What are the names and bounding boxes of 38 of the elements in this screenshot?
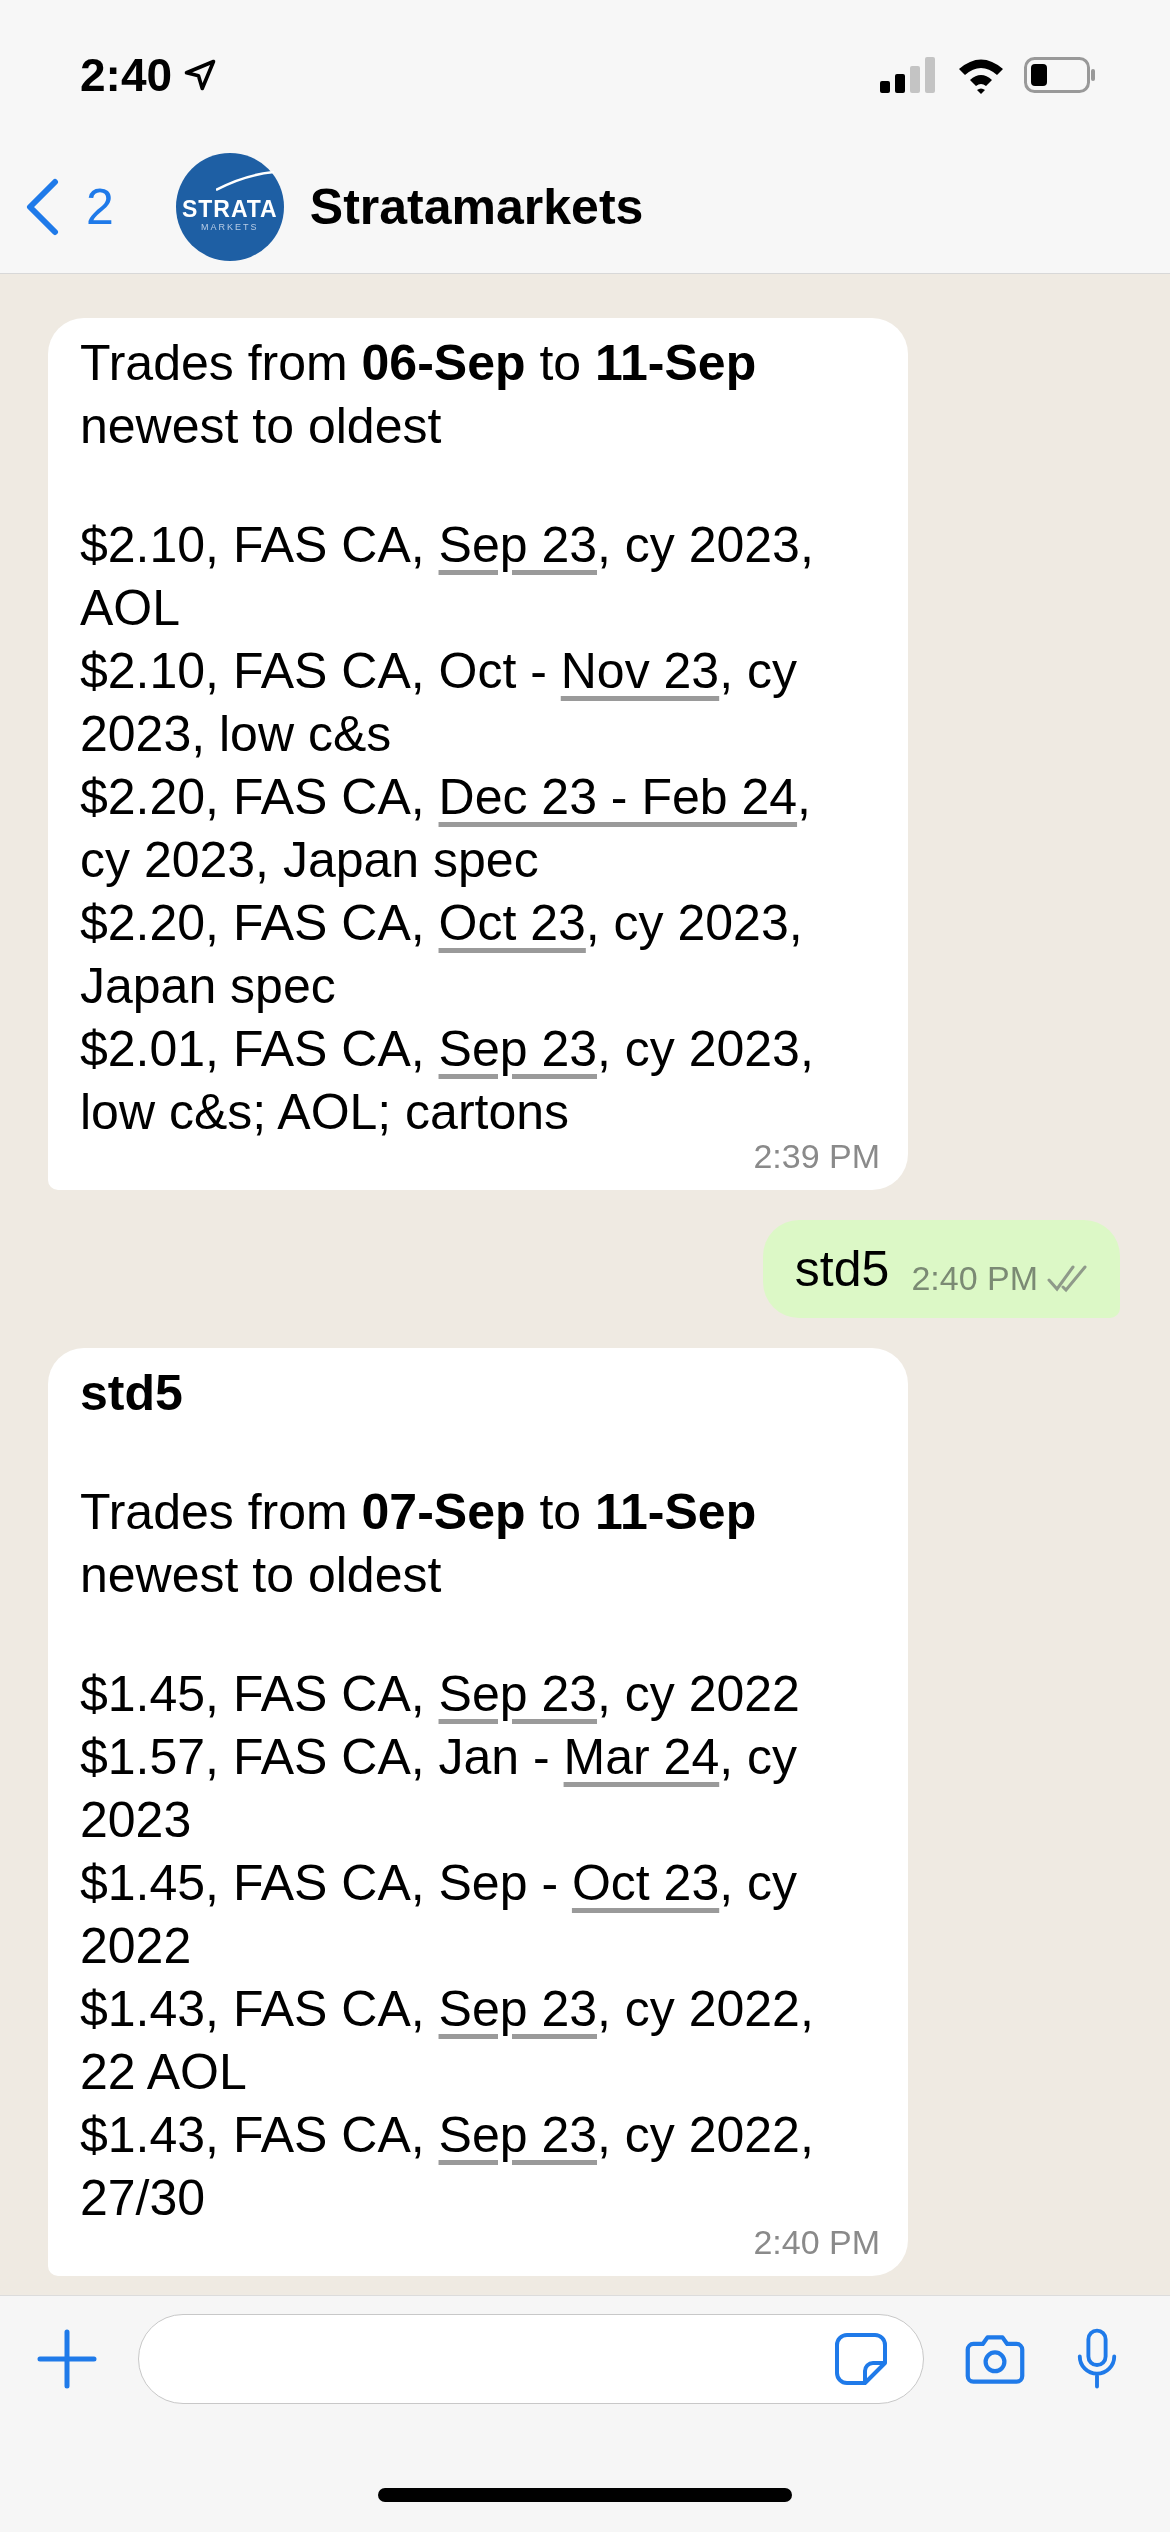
date-link[interactable]: Mar 24 bbox=[563, 1729, 720, 1785]
contact-name[interactable]: Stratamarkets bbox=[309, 177, 644, 236]
date-link[interactable]: Sep 23 bbox=[438, 1666, 597, 1722]
date-link[interactable]: Sep 23 bbox=[438, 1981, 597, 2037]
plus-icon[interactable] bbox=[36, 2328, 98, 2390]
message-time: 2:40 PM bbox=[911, 1258, 1038, 1299]
status-time: 2:40 bbox=[80, 48, 173, 102]
date-link[interactable]: Dec 23 - Feb 24 bbox=[438, 769, 798, 825]
date-link[interactable]: Oct 23 bbox=[571, 1855, 720, 1911]
sticker-icon[interactable] bbox=[833, 2331, 889, 2387]
trade-line: $1.45, FAS CA, Sep - Oct 23, cy 2022 bbox=[80, 1854, 798, 1976]
trade-line: $1.43, FAS CA, Sep 23, cy 2022, 22 AOL bbox=[80, 1980, 815, 2102]
date-link[interactable]: Oct 23 bbox=[438, 895, 586, 951]
date-link[interactable]: Nov 23 bbox=[560, 643, 720, 699]
unread-count: 2 bbox=[86, 177, 114, 236]
back-button[interactable]: 2 bbox=[24, 177, 114, 236]
trade-line: $2.10, FAS CA, Oct - Nov 23, cy 2023, low c&s bbox=[80, 642, 798, 764]
date-link[interactable]: Sep 23 bbox=[438, 1021, 597, 1077]
back-chevron-icon bbox=[24, 177, 60, 236]
trade-line: $1.57, FAS CA, Jan - Mar 24, cy 2023 bbox=[80, 1728, 798, 1850]
avatar-subtext: MARKETS bbox=[201, 221, 259, 232]
date-link[interactable]: Sep 23 bbox=[438, 517, 597, 573]
avatar-text: STRATA bbox=[181, 195, 278, 222]
message-text: newest to oldest bbox=[80, 397, 442, 456]
trade-line: $1.45, FAS CA, Sep 23, cy 2022 bbox=[80, 1665, 800, 1724]
message-text: newest to oldest bbox=[80, 1546, 442, 1605]
trade-line: $2.20, FAS CA, Oct 23, cy 2023, Japan spec bbox=[80, 894, 804, 1016]
contact-avatar[interactable]: STRATA MARKETS bbox=[175, 152, 284, 261]
signal-icon bbox=[880, 57, 936, 93]
message-text: std5 bbox=[794, 1240, 890, 1299]
message-title: std5 bbox=[80, 1364, 183, 1423]
trade-line: $2.10, FAS CA, Sep 23, cy 2023, AOL bbox=[80, 516, 815, 638]
message-text: Trades from 06-Sep to 11-Sep bbox=[80, 334, 757, 393]
arc-icon bbox=[215, 170, 274, 191]
message-text: Trades from 07-Sep to 11-Sep bbox=[80, 1483, 757, 1542]
battery-icon bbox=[1024, 57, 1096, 93]
date-link[interactable]: Sep 23 bbox=[438, 2107, 597, 2163]
trade-line: $2.20, FAS CA, Dec 23 - Feb 24, cy 2023, Japan spec bbox=[80, 768, 812, 890]
